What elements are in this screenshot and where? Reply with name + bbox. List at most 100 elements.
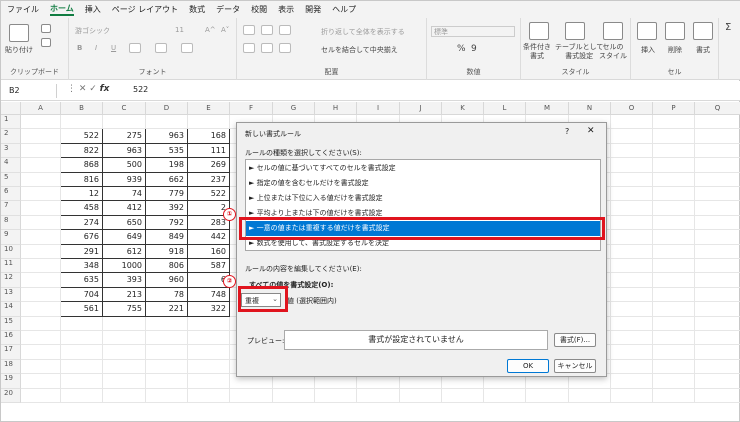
grid-cell[interactable] <box>103 331 146 346</box>
grid-cell[interactable]: 662 <box>146 172 188 187</box>
grid-cell[interactable]: 963 <box>146 129 188 144</box>
grid-cell[interactable] <box>21 143 61 159</box>
grid-cell[interactable] <box>103 115 146 130</box>
grid-cell[interactable] <box>526 388 569 403</box>
select-all-corner[interactable] <box>1 102 21 115</box>
grid-cell[interactable] <box>695 273 740 288</box>
format-cells-icon[interactable] <box>693 22 713 40</box>
row-header[interactable]: 15 <box>1 316 21 331</box>
menu-file[interactable]: ファイル <box>7 4 39 15</box>
format-button[interactable]: 書式(F)... <box>554 333 596 347</box>
grid-cell[interactable]: 779 <box>146 187 188 202</box>
bold-button[interactable]: B <box>77 44 82 52</box>
grid-cell[interactable] <box>695 187 740 202</box>
grid-cell[interactable]: 392 <box>146 201 188 216</box>
column-header[interactable]: A <box>21 102 61 115</box>
grid-cell[interactable] <box>21 345 61 360</box>
autosum-icon[interactable]: Σ <box>725 22 731 33</box>
cell-styles-icon[interactable] <box>603 22 623 40</box>
ok-button[interactable]: OK <box>507 359 549 373</box>
grid-cell[interactable]: 792 <box>146 215 188 231</box>
menu-view[interactable]: 表示 <box>278 4 294 15</box>
conditional-format-icon[interactable] <box>529 22 549 40</box>
grid-cell[interactable] <box>61 115 103 130</box>
grid-cell[interactable] <box>146 316 188 331</box>
delete-cells-button[interactable]: 削除 <box>668 45 682 55</box>
grid-cell[interactable] <box>653 302 695 317</box>
column-header[interactable]: L <box>484 102 526 115</box>
grid-cell[interactable] <box>146 331 188 346</box>
grid-cell[interactable]: 198 <box>146 158 188 173</box>
grid-cell[interactable] <box>695 144 740 159</box>
borders-icon[interactable] <box>129 43 141 53</box>
cell-styles-button[interactable]: セルの スタイル <box>599 43 627 61</box>
grid-cell[interactable] <box>21 302 61 317</box>
grid-cell[interactable] <box>653 287 695 303</box>
cancel-button[interactable]: キャンセル <box>554 359 596 373</box>
grid-cell[interactable]: 806 <box>146 259 188 274</box>
grid-cell[interactable] <box>21 215 61 231</box>
grid-cell[interactable] <box>103 316 146 331</box>
grid-cell[interactable] <box>611 115 653 130</box>
grid-cell[interactable] <box>611 345 653 360</box>
row-header[interactable]: 1 <box>1 115 21 130</box>
menu-help[interactable]: ヘルプ <box>332 4 356 15</box>
fx-icon[interactable]: fx <box>100 84 110 94</box>
grid-cell[interactable] <box>21 244 61 259</box>
help-button[interactable]: ? <box>565 127 569 136</box>
grid-cell[interactable] <box>653 359 695 375</box>
row-header[interactable]: 2 <box>1 129 21 144</box>
delete-cells-icon[interactable] <box>665 22 685 40</box>
grid-cell[interactable] <box>653 316 695 331</box>
grid-cell[interactable]: 649 <box>103 230 146 245</box>
grid-cell[interactable]: 939 <box>103 172 146 187</box>
align-right-icon[interactable] <box>279 43 291 53</box>
grid-cell[interactable] <box>611 273 653 288</box>
grid-cell[interactable]: 160 <box>188 244 230 259</box>
row-header[interactable]: 7 <box>1 201 21 216</box>
grid-cell[interactable] <box>103 359 146 375</box>
font-size-select[interactable]: 11 <box>175 26 184 34</box>
grid-cell[interactable] <box>695 360 740 375</box>
column-header[interactable]: E <box>188 102 230 115</box>
row-header[interactable]: 5 <box>1 172 21 187</box>
menu-formulas[interactable]: 数式 <box>189 4 205 15</box>
grid-cell[interactable]: 612 <box>103 244 146 259</box>
grid-cell[interactable] <box>442 388 484 403</box>
grid-cell[interactable] <box>611 388 653 403</box>
grid-cell[interactable]: 275 <box>103 129 146 144</box>
grid-cell[interactable]: 822 <box>61 143 103 159</box>
grid-cell[interactable] <box>188 331 230 346</box>
shrink-font-button[interactable]: A˅ <box>221 26 229 34</box>
grid-cell[interactable] <box>653 129 695 144</box>
close-icon[interactable]: ✕ <box>587 126 595 136</box>
grid-cell[interactable]: 168 <box>188 129 230 144</box>
grid-cell[interactable] <box>695 389 740 403</box>
grid-cell[interactable]: 522 <box>61 129 103 144</box>
grid-cell[interactable] <box>61 345 103 360</box>
grid-cell[interactable] <box>653 172 695 187</box>
grid-cell[interactable]: 78 <box>146 287 188 303</box>
grid-cell[interactable] <box>695 317 740 331</box>
grid-cell[interactable] <box>611 302 653 317</box>
grid-cell[interactable] <box>146 345 188 360</box>
grid-cell[interactable]: 269 <box>188 158 230 173</box>
grid-cell[interactable] <box>695 115 740 130</box>
grid-cell[interactable] <box>611 287 653 303</box>
grid-cell[interactable] <box>61 374 103 389</box>
row-header[interactable]: 4 <box>1 158 21 173</box>
menu-page-layout[interactable]: ページ レイアウト <box>112 4 178 15</box>
underline-button[interactable]: U <box>111 44 116 52</box>
grid-cell[interactable] <box>103 388 146 403</box>
wrap-text-button[interactable]: 折り返して全体を表示する <box>321 27 405 37</box>
grid-cell[interactable]: 704 <box>61 287 103 303</box>
grid-cell[interactable] <box>695 216 740 231</box>
grid-cell[interactable]: 274 <box>61 215 103 231</box>
font-color-icon[interactable] <box>181 43 193 53</box>
grid-cell[interactable]: 348 <box>61 259 103 274</box>
grid-cell[interactable] <box>569 388 611 403</box>
grid-cell[interactable] <box>695 230 740 245</box>
insert-cells-icon[interactable] <box>637 22 657 40</box>
grid-cell[interactable] <box>21 273 61 288</box>
copy-icon[interactable] <box>41 38 51 47</box>
